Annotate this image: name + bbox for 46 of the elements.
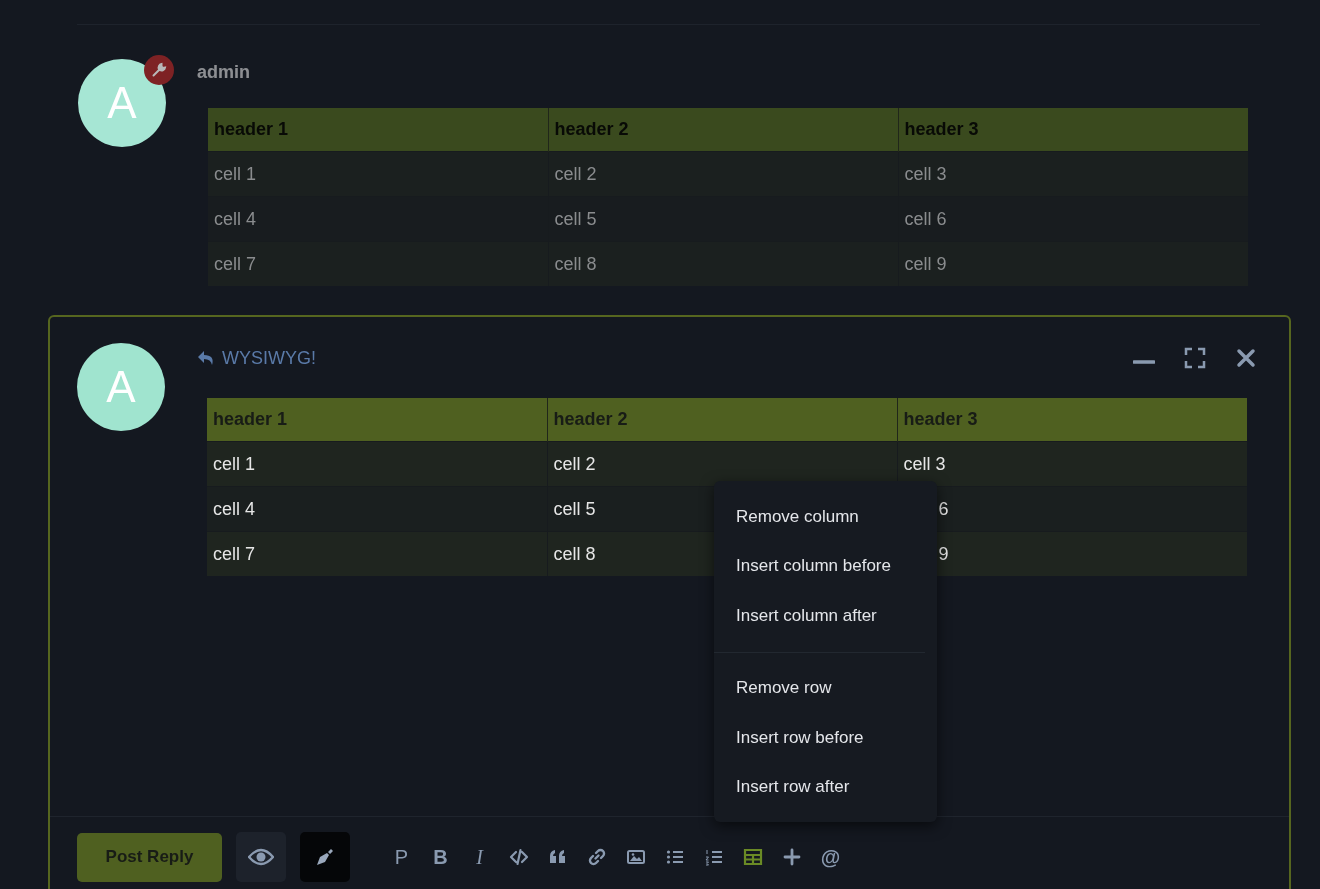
rich-editor-button[interactable] [300, 832, 350, 882]
wrench-badge-icon [144, 55, 174, 85]
link-icon [586, 847, 607, 867]
toolbar-button[interactable]: P [382, 839, 421, 875]
preview-button[interactable] [236, 832, 286, 882]
table-cell: cell 4 [208, 196, 548, 242]
menu-item[interactable]: Insert column after [714, 591, 937, 641]
table-cell: cell 7 [207, 531, 547, 576]
table-header-cell: header 1 [208, 108, 548, 152]
pen-icon [315, 847, 335, 867]
fullscreen-icon[interactable] [1184, 347, 1206, 369]
table-cell: cell 1 [207, 441, 547, 487]
table-cell: cell 2 [547, 441, 897, 487]
table-cell: cell 1 [208, 151, 548, 197]
table-header-cell: header 3 [897, 398, 1247, 442]
numbered-list-icon [703, 847, 724, 867]
menu-item[interactable]: Remove row [714, 663, 937, 713]
table-cell: cell 3 [898, 151, 1248, 197]
user-avatar: A [77, 343, 165, 431]
table-cell: cell 4 [207, 486, 547, 532]
table-cell: cell 9 [898, 241, 1248, 286]
code-icon [508, 847, 529, 867]
table-cell: cell 5 [548, 196, 898, 242]
toolbar-button[interactable]: @ [811, 839, 850, 875]
image-icon [625, 847, 646, 867]
menu-item[interactable]: Insert row before [714, 713, 937, 763]
close-icon[interactable] [1235, 347, 1257, 369]
toolbar-button[interactable]: I [460, 839, 499, 875]
eye-icon [248, 847, 274, 867]
reply-icon [196, 349, 216, 367]
table-cell: cell 2 [548, 151, 898, 197]
bullet-list-icon [664, 847, 685, 867]
table-icon [742, 847, 763, 867]
table-cell: cell 8 [548, 241, 898, 286]
reply-title[interactable]: WYSIWYG! [222, 347, 316, 369]
table-header-cell: header 3 [898, 108, 1248, 152]
table-header-cell: header 1 [207, 398, 547, 442]
table-header-cell: header 2 [548, 108, 898, 152]
table-cell: cell 7 [208, 241, 548, 286]
toolbar-button[interactable]: B [421, 839, 460, 875]
plus-icon [781, 847, 802, 867]
table-cell: cell 6 [898, 196, 1248, 242]
table-cell: cell 3 [897, 441, 1247, 487]
table-header-cell: header 2 [547, 398, 897, 442]
menu-item[interactable]: Insert row after [714, 762, 937, 812]
author-name[interactable]: admin [197, 62, 1320, 83]
